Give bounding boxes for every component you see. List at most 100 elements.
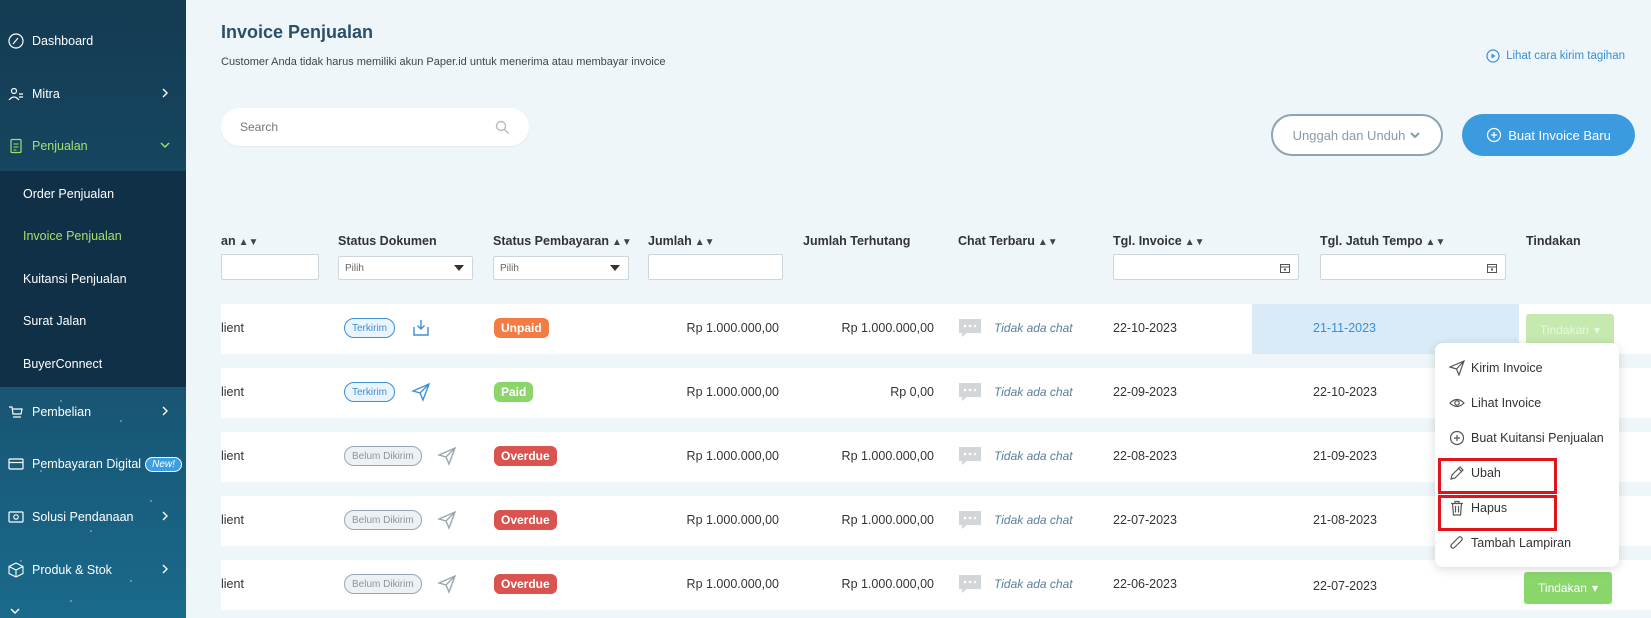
submenu-surat-jalan[interactable]: Surat Jalan [23, 314, 86, 328]
play-circle-icon [1486, 49, 1500, 63]
column-header-tgl-jatuh-tempo[interactable]: Tgl. Jatuh Tempo ▲▼ [1320, 234, 1445, 248]
menu-item-kirim-invoice[interactable]: Kirim Invoice [1449, 360, 1543, 376]
column-header-tgl-invoice[interactable]: Tgl. Invoice ▲▼ [1113, 234, 1205, 248]
tindakan-button[interactable]: Tindakan ▾ [1524, 572, 1612, 604]
highlight-box-hapus [1438, 495, 1557, 531]
owed-cell: Rp 1.000.000,00 [841, 449, 934, 463]
menu-item-label: Kirim Invoice [1471, 361, 1543, 375]
caret-down-icon [454, 265, 464, 271]
sort-icon: ▲▼ [694, 237, 715, 248]
sort-icon: ▲▼ [612, 237, 632, 248]
jumlah-filter-input[interactable] [648, 254, 783, 280]
chevron-down-icon[interactable] [8, 604, 22, 618]
column-header-status-pembayaran[interactable]: Status Pembayaran ▲▼ [493, 234, 632, 248]
owed-cell: Rp 1.000.000,00 [841, 321, 934, 335]
header-label: Jumlah [648, 234, 692, 248]
sidebar: Dashboard Mitra Penjualan Order Penjuala… [0, 0, 186, 618]
column-header-status-dokumen: Status Dokumen [338, 234, 437, 248]
inbox-download-icon[interactable] [411, 318, 431, 338]
submenu-kuitansi-penjualan[interactable]: Kuitansi Penjualan [23, 272, 127, 286]
status-dokumen-select[interactable]: Pilih [338, 256, 473, 280]
create-invoice-button[interactable]: Buat Invoice Baru [1462, 114, 1635, 156]
sidebar-item-pembelian[interactable]: Pembelian [0, 392, 186, 432]
owed-cell: Rp 1.000.000,00 [841, 513, 934, 527]
create-invoice-label: Buat Invoice Baru [1508, 127, 1611, 143]
new-badge: New! [145, 456, 182, 472]
tgl-jatuh-tempo-date-input[interactable] [1320, 254, 1506, 280]
plus-circle-icon [1449, 430, 1465, 446]
send-icon[interactable] [411, 382, 431, 402]
help-link[interactable]: Lihat cara kirim tagihan [1486, 49, 1625, 63]
document-status-badge: Terkirim [344, 382, 395, 402]
sidebar-item-solusi-pendanaan[interactable]: Solusi Pendanaan [0, 497, 186, 537]
column-header-jumlah-terhutang: Jumlah Terhutang [803, 234, 910, 248]
column-header-client[interactable]: an ▲▼ [221, 234, 258, 248]
money-icon [8, 509, 24, 525]
sidebar-item-produk-stok[interactable]: Produk & Stok [0, 550, 186, 590]
tgl-invoice-date-input[interactable] [1113, 254, 1299, 280]
sidebar-item-label: Produk & Stok [32, 563, 112, 577]
search-icon[interactable] [495, 120, 510, 135]
send-icon[interactable] [437, 446, 457, 466]
column-header-chat[interactable]: Chat Terbaru ▲▼ [958, 234, 1058, 248]
help-link-label: Lihat cara kirim tagihan [1506, 50, 1625, 62]
submenu-order-penjualan[interactable]: Order Penjualan [23, 187, 114, 201]
header-label: Tgl. Jatuh Tempo [1320, 234, 1423, 248]
send-icon[interactable] [437, 574, 457, 594]
sidebar-item-label: Penjualan [32, 139, 88, 153]
column-header-jumlah[interactable]: Jumlah ▲▼ [648, 234, 715, 248]
menu-item-lihat-invoice[interactable]: Lihat Invoice [1449, 395, 1541, 411]
client-cell: lient [221, 513, 244, 527]
table-row[interactable]: lient Belum Dikirim Overdue Rp 1.000.000… [221, 560, 1651, 610]
send-icon[interactable] [437, 510, 457, 530]
select-value: Pilih [345, 262, 364, 274]
caret-down-icon [610, 265, 620, 271]
client-filter-input[interactable] [221, 254, 319, 280]
sidebar-item-penjualan[interactable]: Penjualan [0, 126, 186, 166]
page-subtitle: Customer Anda tidak harus memiliki akun … [221, 56, 666, 68]
chat-icon [959, 575, 981, 593]
caret-down-icon: ▾ [1593, 323, 1600, 337]
sidebar-item-label: Pembelian [32, 405, 92, 419]
caret-down-icon: ▾ [1591, 581, 1598, 595]
document-status-badge: Belum Dikirim [344, 446, 422, 466]
eye-icon [1449, 398, 1465, 408]
status-pembayaran-select[interactable]: Pilih [493, 256, 629, 280]
upload-download-button[interactable]: Unggah dan Unduh [1271, 114, 1443, 156]
header-label: Jumlah Terhutang [803, 234, 911, 248]
sidebar-item-label: Pembayaran Digital [32, 457, 142, 471]
tindakan-button[interactable]: Tindakan ▾ [1526, 314, 1614, 346]
calendar-icon[interactable] [1280, 263, 1290, 273]
menu-item-buat-kuitansi[interactable]: Buat Kuitansi Penjualan [1449, 430, 1604, 446]
sidebar-item-pembayaran-digital[interactable]: Pembayaran Digital New! [0, 444, 186, 484]
header-label: Chat Terbaru [958, 234, 1035, 248]
plus-circle-icon [1487, 127, 1502, 143]
due-date-cell: 22-10-2023 [1313, 385, 1377, 399]
sidebar-item-dashboard[interactable]: Dashboard [0, 21, 186, 61]
submenu-buyerconnect[interactable]: BuyerConnect [23, 357, 102, 371]
calendar-icon[interactable] [1487, 263, 1497, 273]
sidebar-item-mitra[interactable]: Mitra [0, 74, 186, 114]
people-icon [8, 86, 24, 102]
action-dropdown-menu: Kirim Invoice Lihat Invoice Buat Kuitans… [1435, 343, 1619, 567]
header-label: an [221, 234, 236, 248]
highlight-box-ubah [1438, 458, 1557, 494]
column-header-tindakan: Tindakan [1526, 234, 1581, 248]
latest-chat-cell: Tidak ada chat [994, 321, 1073, 335]
header-label: Status Pembayaran [493, 234, 610, 248]
sidebar-item-label: Dashboard [32, 34, 94, 48]
sort-icon: ▲▼ [1037, 237, 1058, 248]
menu-item-label: Lihat Invoice [1471, 396, 1542, 410]
header-label: Tindakan [1526, 234, 1581, 248]
invoice-date-cell: 22-08-2023 [1113, 449, 1177, 463]
search-input[interactable] [240, 120, 495, 134]
menu-item-tambah-lampiran[interactable]: Tambah Lampiran [1449, 535, 1571, 551]
due-date-cell: 21-08-2023 [1313, 513, 1377, 527]
owed-cell: Rp 0,00 [890, 385, 934, 399]
chat-icon [959, 511, 981, 529]
search-box [221, 108, 529, 146]
document-status-badge: Terkirim [344, 318, 395, 338]
header-label: Status Dokumen [338, 234, 437, 248]
submenu-invoice-penjualan[interactable]: Invoice Penjualan [23, 229, 122, 243]
invoice-date-cell: 22-10-2023 [1113, 321, 1177, 335]
